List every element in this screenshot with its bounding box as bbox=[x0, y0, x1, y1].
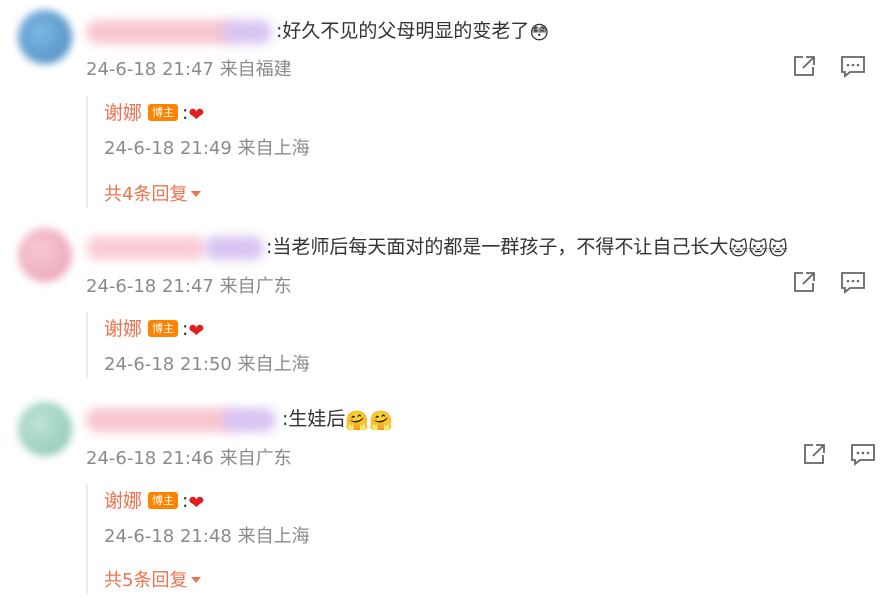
heart-icon: ❤ bbox=[188, 320, 205, 342]
username-blurred[interactable] bbox=[86, 20, 236, 44]
username-blurred[interactable] bbox=[86, 408, 236, 432]
username-blurred[interactable] bbox=[86, 236, 206, 260]
more-replies-link[interactable]: 共4条回复 bbox=[104, 180, 202, 206]
flushed-emoji-icon: 😳 bbox=[529, 22, 550, 44]
share-icon[interactable] bbox=[792, 270, 818, 294]
reply-meta: 24-6-18 21:49 来自上海 bbox=[104, 138, 310, 159]
cat-emoji-icon: 🐱🐱🐱 bbox=[728, 238, 788, 260]
comment-text: :生娃后🤗🤗 bbox=[282, 408, 393, 432]
reply-header: 谢娜 博主:❤ bbox=[104, 486, 204, 514]
avatar[interactable] bbox=[18, 228, 72, 282]
comment-text: :当老师后每天面对的都是一群孩子，不得不让自己长大🐱🐱🐱 bbox=[266, 236, 788, 260]
reply-author[interactable]: 谢娜 bbox=[104, 490, 142, 512]
blogger-badge: 博主 bbox=[148, 104, 179, 121]
share-icon[interactable] bbox=[792, 54, 818, 78]
reply-header: 谢娜 博主:❤ bbox=[104, 314, 204, 342]
heart-icon: ❤ bbox=[188, 104, 205, 126]
reply-author[interactable]: 谢娜 bbox=[104, 102, 142, 124]
reply-header: 谢娜 博主:❤ bbox=[104, 98, 204, 126]
reply-meta: 24-6-18 21:50 来自上海 bbox=[104, 354, 310, 375]
hug-emoji-icon: 🤗🤗 bbox=[345, 410, 393, 432]
comment-meta: 24-6-18 21:47 来自广东 bbox=[86, 276, 292, 297]
caret-down-icon bbox=[191, 577, 202, 583]
comment-icon[interactable] bbox=[840, 54, 866, 78]
caret-down-icon bbox=[191, 191, 202, 197]
avatar[interactable] bbox=[18, 10, 72, 64]
comment-meta: 24-6-18 21:47 来自福建 bbox=[86, 59, 292, 80]
username-blurred-badge bbox=[222, 408, 276, 432]
heart-icon: ❤ bbox=[188, 492, 205, 514]
comment-meta: 24-6-18 21:46 来自广东 bbox=[86, 448, 292, 469]
username-blurred-badge bbox=[204, 236, 264, 260]
reply-block: 谢娜 博主:❤ 24-6-18 21:49 来自上海 共4条回复 bbox=[86, 96, 310, 208]
reply-block: 谢娜 博主:❤ 24-6-18 21:50 来自上海 bbox=[86, 312, 310, 378]
share-icon[interactable] bbox=[802, 442, 828, 466]
reply-block: 谢娜 博主:❤ 24-6-18 21:48 来自上海 共5条回复 bbox=[86, 484, 310, 594]
comment-icon[interactable] bbox=[850, 442, 876, 466]
comment-text: :好久不见的父母明显的变老了😳 bbox=[276, 20, 550, 44]
reply-meta: 24-6-18 21:48 来自上海 bbox=[104, 526, 310, 547]
more-replies-link[interactable]: 共5条回复 bbox=[104, 566, 202, 592]
reply-author[interactable]: 谢娜 bbox=[104, 318, 142, 340]
blogger-badge: 博主 bbox=[148, 320, 179, 337]
comment-icon[interactable] bbox=[840, 270, 866, 294]
blogger-badge: 博主 bbox=[148, 492, 179, 509]
avatar[interactable] bbox=[18, 402, 72, 456]
username-blurred-badge bbox=[222, 20, 272, 44]
